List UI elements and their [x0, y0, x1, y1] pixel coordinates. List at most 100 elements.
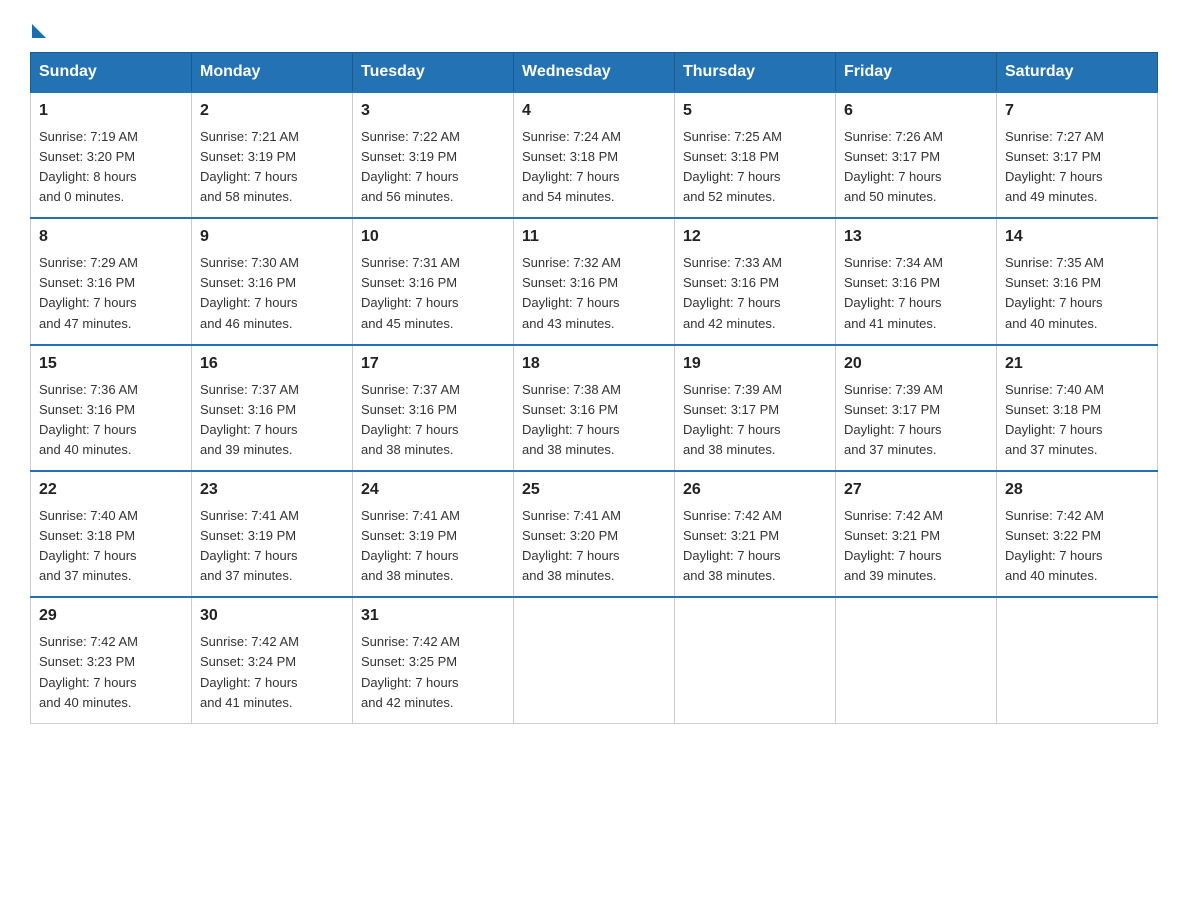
day-number: 23 [200, 478, 344, 503]
day-number: 25 [522, 478, 666, 503]
day-info: Sunrise: 7:39 AMSunset: 3:17 PMDaylight:… [683, 382, 782, 457]
day-number: 4 [522, 99, 666, 124]
calendar-cell: 6 Sunrise: 7:26 AMSunset: 3:17 PMDaylight… [836, 92, 997, 218]
day-info: Sunrise: 7:35 AMSunset: 3:16 PMDaylight:… [1005, 255, 1104, 330]
calendar-cell: 17 Sunrise: 7:37 AMSunset: 3:16 PMDayligh… [353, 345, 514, 471]
day-number: 18 [522, 352, 666, 377]
calendar-cell: 12Sunrise: 7:33 AMSunset: 3:16 PMDayligh… [675, 218, 836, 344]
day-number: 24 [361, 478, 505, 503]
calendar-week-row: 8 Sunrise: 7:29 AMSunset: 3:16 PMDaylight… [31, 218, 1158, 344]
calendar-cell: 1 Sunrise: 7:19 AMSunset: 3:20 PMDaylight… [31, 92, 192, 218]
day-info: Sunrise: 7:24 AMSunset: 3:18 PMDaylight:… [522, 129, 621, 204]
calendar-cell: 30 Sunrise: 7:42 AMSunset: 3:24 PMDayligh… [192, 597, 353, 723]
day-number: 17 [361, 352, 505, 377]
day-info: Sunrise: 7:40 AMSunset: 3:18 PMDaylight:… [39, 508, 138, 583]
day-info: Sunrise: 7:37 AMSunset: 3:16 PMDaylight:… [200, 382, 299, 457]
day-number: 9 [200, 225, 344, 250]
day-info: Sunrise: 7:19 AMSunset: 3:20 PMDaylight:… [39, 129, 138, 204]
calendar-week-row: 15 Sunrise: 7:36 AMSunset: 3:16 PMDayligh… [31, 345, 1158, 471]
calendar-cell [675, 597, 836, 723]
day-info: Sunrise: 7:34 AMSunset: 3:16 PMDaylight:… [844, 255, 943, 330]
calendar-cell: 23 Sunrise: 7:41 AMSunset: 3:19 PMDayligh… [192, 471, 353, 597]
calendar-cell: 25 Sunrise: 7:41 AMSunset: 3:20 PMDayligh… [514, 471, 675, 597]
day-number: 7 [1005, 99, 1149, 124]
calendar-cell: 14 Sunrise: 7:35 AMSunset: 3:16 PMDayligh… [997, 218, 1158, 344]
calendar-cell: 26 Sunrise: 7:42 AMSunset: 3:21 PMDayligh… [675, 471, 836, 597]
day-number: 20 [844, 352, 988, 377]
day-number: 29 [39, 604, 183, 629]
day-info: Sunrise: 7:29 AMSunset: 3:16 PMDaylight:… [39, 255, 138, 330]
day-number: 26 [683, 478, 827, 503]
day-number: 5 [683, 99, 827, 124]
weekday-header-friday: Friday [836, 53, 997, 93]
day-info: Sunrise: 7:31 AMSunset: 3:16 PMDaylight:… [361, 255, 460, 330]
day-number: 6 [844, 99, 988, 124]
day-info: Sunrise: 7:41 AMSunset: 3:19 PMDaylight:… [361, 508, 460, 583]
day-number: 13 [844, 225, 988, 250]
weekday-header-row: SundayMondayTuesdayWednesdayThursdayFrid… [31, 53, 1158, 93]
day-number: 30 [200, 604, 344, 629]
weekday-header-thursday: Thursday [675, 53, 836, 93]
day-number: 31 [361, 604, 505, 629]
day-number: 1 [39, 99, 183, 124]
day-info: Sunrise: 7:41 AMSunset: 3:20 PMDaylight:… [522, 508, 621, 583]
calendar-cell: 8 Sunrise: 7:29 AMSunset: 3:16 PMDaylight… [31, 218, 192, 344]
weekday-header-tuesday: Tuesday [353, 53, 514, 93]
day-info: Sunrise: 7:22 AMSunset: 3:19 PMDaylight:… [361, 129, 460, 204]
calendar-cell: 22 Sunrise: 7:40 AMSunset: 3:18 PMDayligh… [31, 471, 192, 597]
day-info: Sunrise: 7:42 AMSunset: 3:21 PMDaylight:… [844, 508, 943, 583]
day-number: 14 [1005, 225, 1149, 250]
day-info: Sunrise: 7:21 AMSunset: 3:19 PMDaylight:… [200, 129, 299, 204]
day-number: 2 [200, 99, 344, 124]
day-number: 19 [683, 352, 827, 377]
day-number: 12 [683, 225, 827, 250]
day-number: 22 [39, 478, 183, 503]
calendar-cell: 20 Sunrise: 7:39 AMSunset: 3:17 PMDayligh… [836, 345, 997, 471]
calendar-cell: 7 Sunrise: 7:27 AMSunset: 3:17 PMDaylight… [997, 92, 1158, 218]
calendar-cell: 10 Sunrise: 7:31 AMSunset: 3:16 PMDayligh… [353, 218, 514, 344]
day-number: 8 [39, 225, 183, 250]
calendar-cell: 19 Sunrise: 7:39 AMSunset: 3:17 PMDayligh… [675, 345, 836, 471]
calendar-cell: 4 Sunrise: 7:24 AMSunset: 3:18 PMDaylight… [514, 92, 675, 218]
day-number: 10 [361, 225, 505, 250]
calendar-cell: 28Sunrise: 7:42 AMSunset: 3:22 PMDayligh… [997, 471, 1158, 597]
calendar-cell: 15 Sunrise: 7:36 AMSunset: 3:16 PMDayligh… [31, 345, 192, 471]
calendar-cell [836, 597, 997, 723]
day-info: Sunrise: 7:30 AMSunset: 3:16 PMDaylight:… [200, 255, 299, 330]
logo-arrow-icon [32, 24, 46, 38]
day-info: Sunrise: 7:42 AMSunset: 3:22 PMDaylight:… [1005, 508, 1104, 583]
calendar-cell: 3Sunrise: 7:22 AMSunset: 3:19 PMDaylight… [353, 92, 514, 218]
calendar-cell: 13 Sunrise: 7:34 AMSunset: 3:16 PMDayligh… [836, 218, 997, 344]
calendar-table: SundayMondayTuesdayWednesdayThursdayFrid… [30, 52, 1158, 724]
calendar-cell: 9 Sunrise: 7:30 AMSunset: 3:16 PMDaylight… [192, 218, 353, 344]
day-info: Sunrise: 7:37 AMSunset: 3:16 PMDaylight:… [361, 382, 460, 457]
day-info: Sunrise: 7:41 AMSunset: 3:19 PMDaylight:… [200, 508, 299, 583]
calendar-cell: 27 Sunrise: 7:42 AMSunset: 3:21 PMDayligh… [836, 471, 997, 597]
day-number: 15 [39, 352, 183, 377]
day-info: Sunrise: 7:39 AMSunset: 3:17 PMDaylight:… [844, 382, 943, 457]
calendar-week-row: 29 Sunrise: 7:42 AMSunset: 3:23 PMDayligh… [31, 597, 1158, 723]
day-number: 11 [522, 225, 666, 250]
day-info: Sunrise: 7:36 AMSunset: 3:16 PMDaylight:… [39, 382, 138, 457]
weekday-header-sunday: Sunday [31, 53, 192, 93]
day-info: Sunrise: 7:42 AMSunset: 3:25 PMDaylight:… [361, 634, 460, 709]
day-number: 21 [1005, 352, 1149, 377]
calendar-week-row: 22 Sunrise: 7:40 AMSunset: 3:18 PMDayligh… [31, 471, 1158, 597]
calendar-cell: 31 Sunrise: 7:42 AMSunset: 3:25 PMDayligh… [353, 597, 514, 723]
day-info: Sunrise: 7:38 AMSunset: 3:16 PMDaylight:… [522, 382, 621, 457]
page-header [30, 20, 1158, 34]
day-number: 27 [844, 478, 988, 503]
day-info: Sunrise: 7:27 AMSunset: 3:17 PMDaylight:… [1005, 129, 1104, 204]
calendar-cell: 24 Sunrise: 7:41 AMSunset: 3:19 PMDayligh… [353, 471, 514, 597]
calendar-cell: 29 Sunrise: 7:42 AMSunset: 3:23 PMDayligh… [31, 597, 192, 723]
day-info: Sunrise: 7:42 AMSunset: 3:24 PMDaylight:… [200, 634, 299, 709]
day-info: Sunrise: 7:26 AMSunset: 3:17 PMDaylight:… [844, 129, 943, 204]
weekday-header-saturday: Saturday [997, 53, 1158, 93]
day-info: Sunrise: 7:32 AMSunset: 3:16 PMDaylight:… [522, 255, 621, 330]
calendar-cell: 2 Sunrise: 7:21 AMSunset: 3:19 PMDaylight… [192, 92, 353, 218]
day-info: Sunrise: 7:42 AMSunset: 3:23 PMDaylight:… [39, 634, 138, 709]
day-info: Sunrise: 7:42 AMSunset: 3:21 PMDaylight:… [683, 508, 782, 583]
calendar-cell: 5Sunrise: 7:25 AMSunset: 3:18 PMDaylight… [675, 92, 836, 218]
calendar-cell: 18 Sunrise: 7:38 AMSunset: 3:16 PMDayligh… [514, 345, 675, 471]
calendar-cell [997, 597, 1158, 723]
